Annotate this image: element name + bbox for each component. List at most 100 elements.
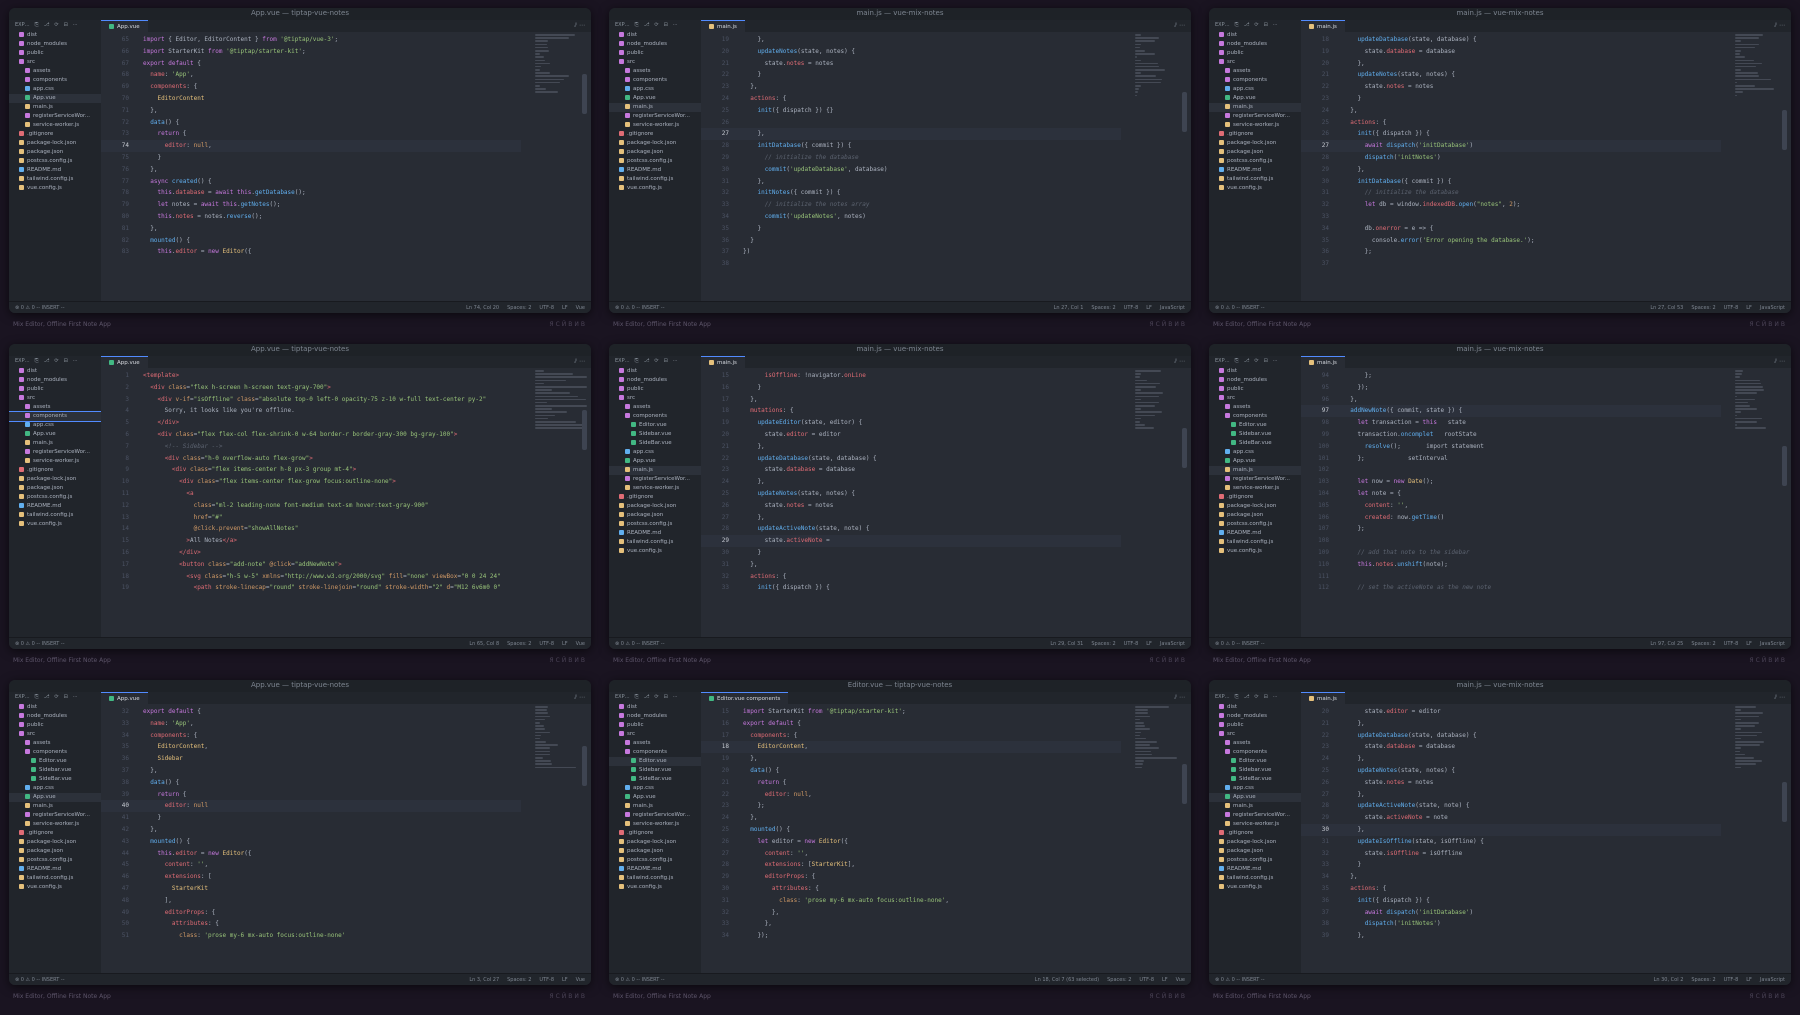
file-tree-item[interactable]: package-lock.json xyxy=(1209,838,1301,847)
file-tree-item[interactable]: App.vue xyxy=(609,94,701,103)
file-tree-item[interactable]: .gitignore xyxy=(9,829,101,838)
file-tree-item[interactable]: SideBar.vue xyxy=(1209,775,1301,784)
status-item[interactable]: UTF-8 xyxy=(1724,641,1739,647)
file-tree-item[interactable]: main.js xyxy=(609,103,701,112)
code-area[interactable]: 1 <template> 2 <div class="flex h-screen h… xyxy=(101,370,521,637)
file-tree-item[interactable]: SideBar.vue xyxy=(609,439,701,448)
more-icon[interactable]: ⋯ xyxy=(673,694,678,700)
file-tree-item[interactable]: assets xyxy=(609,403,701,412)
file-tree-item[interactable]: public xyxy=(9,385,101,394)
file-tree-item[interactable]: components xyxy=(1209,412,1301,421)
minimap[interactable] xyxy=(531,370,591,637)
file-tree-item[interactable]: README.md xyxy=(9,865,101,874)
file-tree-item[interactable]: app.css xyxy=(1209,85,1301,94)
scrollbar-thumb[interactable] xyxy=(582,746,587,786)
new-file-icon[interactable]: ⎘ xyxy=(1235,694,1239,700)
file-tree-item[interactable]: .gitignore xyxy=(609,829,701,838)
file-tree-item[interactable]: app.css xyxy=(1209,784,1301,793)
file-tree-item[interactable]: public xyxy=(1209,721,1301,730)
file-tree-item[interactable]: dist xyxy=(9,31,101,40)
editor-tab[interactable]: App.vue xyxy=(101,356,148,368)
status-item[interactable]: LF xyxy=(1746,305,1752,311)
minimap[interactable] xyxy=(531,706,591,973)
file-tree-item[interactable]: Editor.vue xyxy=(1209,421,1301,430)
file-tree-item[interactable]: README.md xyxy=(9,166,101,175)
new-file-icon[interactable]: ⎘ xyxy=(1235,22,1239,28)
file-tree-item[interactable]: postcss.config.js xyxy=(9,493,101,502)
code-area[interactable]: 94 }; 95 }); 96 }, 97 addNewNote({ commit, … xyxy=(1301,370,1721,637)
file-tree-item[interactable]: dist xyxy=(9,367,101,376)
file-tree-item[interactable]: node_modules xyxy=(1209,712,1301,721)
status-item[interactable]: Spaces: 2 xyxy=(1691,305,1715,311)
status-item[interactable]: LF xyxy=(562,641,568,647)
refresh-icon[interactable]: ⟳ xyxy=(1254,358,1258,364)
file-tree-item[interactable]: .gitignore xyxy=(1209,493,1301,502)
status-item[interactable]: LF xyxy=(1146,641,1152,647)
file-tree-item[interactable]: service-worker.js xyxy=(1209,121,1301,130)
status-item[interactable]: Ln 3, Col 27 xyxy=(469,977,499,983)
file-tree-item[interactable]: tailwind.config.js xyxy=(9,874,101,883)
minimap[interactable] xyxy=(1731,34,1791,301)
status-item[interactable]: UTF-8 xyxy=(539,641,554,647)
new-folder-icon[interactable]: ⎇ xyxy=(1244,694,1250,700)
collapse-icon[interactable]: ⊟ xyxy=(64,22,68,28)
new-folder-icon[interactable]: ⎇ xyxy=(44,358,50,364)
more-icon[interactable]: ⋯ xyxy=(579,358,585,365)
file-tree-item[interactable]: vue.config.js xyxy=(1209,184,1301,193)
scrollbar-thumb[interactable] xyxy=(1782,446,1787,486)
file-tree-item[interactable]: Editor.vue xyxy=(609,757,701,766)
file-tree-item[interactable]: vue.config.js xyxy=(1209,883,1301,892)
refresh-icon[interactable]: ⟳ xyxy=(654,358,658,364)
status-item[interactable]: Vue xyxy=(1176,977,1185,983)
new-file-icon[interactable]: ⎘ xyxy=(635,358,639,364)
file-tree-item[interactable]: registerServiceWor... xyxy=(1209,475,1301,484)
file-tree-item[interactable]: service-worker.js xyxy=(1209,484,1301,493)
refresh-icon[interactable]: ⟳ xyxy=(1254,694,1258,700)
file-tree-item[interactable]: vue.config.js xyxy=(609,883,701,892)
file-tree-item[interactable]: tailwind.config.js xyxy=(1209,538,1301,547)
file-tree-item[interactable]: components xyxy=(1209,748,1301,757)
status-item[interactable]: UTF-8 xyxy=(539,977,554,983)
status-item[interactable]: Ln 27, Col 53 xyxy=(1650,305,1683,311)
scrollbar-thumb[interactable] xyxy=(1782,782,1787,822)
file-tree-item[interactable]: app.css xyxy=(9,85,101,94)
status-item[interactable]: LF xyxy=(1146,305,1152,311)
file-tree-item[interactable]: src xyxy=(609,58,701,67)
file-tree-item[interactable]: .gitignore xyxy=(609,493,701,502)
file-tree-item[interactable]: src xyxy=(609,730,701,739)
collapse-icon[interactable]: ⊟ xyxy=(664,358,668,364)
minimap[interactable] xyxy=(531,34,591,301)
file-tree-item[interactable]: README.md xyxy=(1209,529,1301,538)
file-tree-item[interactable]: assets xyxy=(1209,67,1301,76)
status-item[interactable]: Vue xyxy=(576,641,585,647)
status-item[interactable]: JavaScript xyxy=(1160,305,1185,311)
code-area[interactable]: 18 updateDatabase(state, database) {19 s… xyxy=(1301,34,1721,301)
file-tree-item[interactable]: dist xyxy=(1209,31,1301,40)
refresh-icon[interactable]: ⟳ xyxy=(54,22,58,28)
file-tree-item[interactable]: main.js xyxy=(1209,802,1301,811)
status-item[interactable]: Spaces: 2 xyxy=(1691,641,1715,647)
minimap[interactable] xyxy=(1131,34,1191,301)
file-tree-item[interactable]: App.vue xyxy=(609,793,701,802)
collapse-icon[interactable]: ⊟ xyxy=(664,22,668,28)
file-tree-item[interactable]: Sidebar.vue xyxy=(1209,766,1301,775)
file-tree-item[interactable]: tailwind.config.js xyxy=(609,538,701,547)
more-icon[interactable]: ⋯ xyxy=(579,694,585,701)
more-icon[interactable]: ⋯ xyxy=(73,694,78,700)
status-item[interactable]: JavaScript xyxy=(1760,977,1785,983)
minimap[interactable] xyxy=(1731,706,1791,973)
file-tree-item[interactable]: registerServiceWor... xyxy=(9,112,101,121)
editor-tab[interactable]: App.vue xyxy=(101,692,148,704)
file-tree-item[interactable]: registerServiceWor... xyxy=(1209,811,1301,820)
file-tree-item[interactable]: .gitignore xyxy=(609,130,701,139)
file-tree-item[interactable]: registerServiceWor... xyxy=(609,112,701,121)
new-file-icon[interactable]: ⎘ xyxy=(35,22,39,28)
file-tree-item[interactable]: package-lock.json xyxy=(1209,502,1301,511)
file-tree-item[interactable]: .gitignore xyxy=(1209,829,1301,838)
file-tree-item[interactable]: vue.config.js xyxy=(9,883,101,892)
status-item[interactable]: LF xyxy=(1162,977,1168,983)
status-item[interactable]: LF xyxy=(562,305,568,311)
file-tree-item[interactable]: package.json xyxy=(1209,148,1301,157)
file-tree-item[interactable]: package.json xyxy=(9,148,101,157)
more-icon[interactable]: ⋯ xyxy=(1779,22,1785,29)
